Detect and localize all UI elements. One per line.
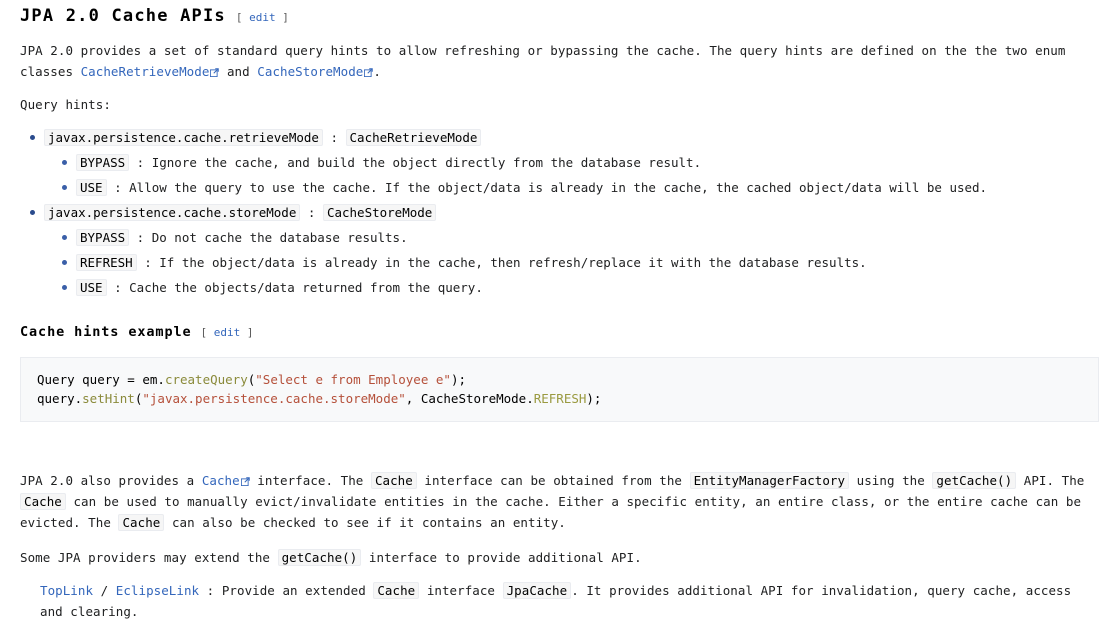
hint-type-retrieve-mode: CacheRetrieveMode bbox=[345, 129, 482, 146]
code-get-cache: getCache() bbox=[277, 549, 362, 566]
edit-section-title: [ edit ] bbox=[236, 11, 289, 24]
enum-value-use: USE bbox=[76, 179, 107, 196]
code-text: query. bbox=[37, 391, 83, 406]
list-item: USE : Allow the query to use the cache. … bbox=[62, 175, 1099, 200]
list-item: javax.persistence.cache.retrieveMode : C… bbox=[30, 125, 1099, 200]
bracket-close: ] bbox=[240, 326, 254, 339]
list-item: javax.persistence.cache.storeMode : Cach… bbox=[30, 200, 1099, 300]
link-cache-store-mode-label: CacheStoreMode bbox=[257, 64, 364, 79]
enum-separator: : bbox=[136, 255, 160, 270]
text: using the bbox=[849, 473, 933, 488]
enum-description: Ignore the cache, and build the object d… bbox=[151, 155, 702, 170]
code-entity-manager-factory: EntityManagerFactory bbox=[689, 472, 850, 489]
enum-value-bypass: BYPASS bbox=[76, 229, 130, 246]
page-title-text: JPA 2.0 Cache APIs bbox=[20, 6, 226, 26]
enum-separator: : bbox=[106, 180, 130, 195]
code-jpa-cache: JpaCache bbox=[502, 582, 572, 599]
bracket-close: ] bbox=[275, 11, 289, 24]
link-cache-store-mode[interactable]: CacheStoreMode bbox=[257, 62, 374, 79]
bracket-open: [ bbox=[235, 11, 250, 24]
edit-link-title[interactable]: edit bbox=[249, 11, 276, 24]
enum-description: Allow the query to use the cache. If the… bbox=[129, 180, 988, 195]
link-cache-retrieve-mode-label: CacheRetrieveMode bbox=[80, 64, 210, 79]
hint-name-retrieve-mode: javax.persistence.cache.retrieveMode bbox=[44, 129, 323, 146]
enum-separator: : bbox=[129, 230, 152, 245]
code-string-hint-name: "javax.persistence.cache.storeMode" bbox=[142, 391, 406, 406]
list-item: BYPASS : Ignore the cache, and build the… bbox=[62, 150, 1099, 175]
code-text: ); bbox=[586, 391, 602, 406]
code-cache: Cache bbox=[118, 514, 165, 531]
text: : Provide an extended bbox=[199, 583, 374, 598]
text: can also be checked to see if it contain… bbox=[164, 515, 566, 530]
link-cache[interactable]: Cache bbox=[202, 473, 250, 488]
bracket-open: [ bbox=[200, 326, 214, 339]
enum-separator: : bbox=[129, 155, 152, 170]
wiki-article: JPA 2.0 Cache APIs [ edit ] JPA 2.0 prov… bbox=[0, 6, 1113, 622]
external-link-icon bbox=[364, 62, 374, 78]
link-eclipselink[interactable]: EclipseLink bbox=[116, 583, 199, 598]
intro-text-3: . bbox=[373, 64, 381, 79]
hint-separator: : bbox=[300, 205, 323, 220]
code-text: ); bbox=[450, 372, 466, 387]
hint-type-store-mode: CacheStoreMode bbox=[322, 204, 437, 221]
hint-name-store-mode: javax.persistence.cache.storeMode bbox=[44, 204, 301, 221]
external-link-icon bbox=[240, 471, 250, 487]
code-block-cache-hints-example: Query query = em.createQuery("Select e f… bbox=[20, 357, 1099, 422]
page-title: JPA 2.0 Cache APIs [ edit ] bbox=[20, 6, 1099, 26]
text: / bbox=[93, 583, 116, 598]
section-heading-text: Cache hints example bbox=[20, 324, 192, 340]
code-text: Query query = em. bbox=[37, 372, 165, 387]
code-cache: Cache bbox=[20, 493, 66, 510]
query-hints-list: javax.persistence.cache.retrieveMode : C… bbox=[20, 125, 1099, 300]
cache-interface-paragraph: JPA 2.0 also provides a Cache interface.… bbox=[20, 470, 1099, 533]
text: Some JPA providers may extend the bbox=[20, 550, 278, 565]
enum-description: Cache the objects/data returned from the… bbox=[129, 280, 483, 295]
code-cache: Cache bbox=[370, 472, 417, 489]
text: interface can be obtained from the bbox=[416, 473, 690, 488]
enum-description: Do not cache the database results. bbox=[151, 230, 408, 245]
enum-value-bypass: BYPASS bbox=[76, 154, 130, 171]
edit-link-example[interactable]: edit bbox=[214, 326, 241, 339]
hint-separator: : bbox=[322, 130, 346, 145]
text: interface. The bbox=[249, 473, 371, 488]
enum-description: If the object/data is already in the cac… bbox=[159, 255, 867, 270]
intro-paragraph: JPA 2.0 provides a set of standard query… bbox=[20, 40, 1099, 82]
code-text: , CacheStoreMode. bbox=[405, 391, 534, 406]
list-item: USE : Cache the objects/data returned fr… bbox=[62, 275, 1099, 300]
code-function-create-query: createQuery bbox=[164, 372, 248, 387]
provider-item-toplink-eclipselink: TopLink / EclipseLink : Provide an exten… bbox=[20, 580, 1099, 622]
retrieve-mode-values: BYPASS : Ignore the cache, and build the… bbox=[44, 150, 1099, 200]
code-function-set-hint: setHint bbox=[82, 391, 135, 406]
enum-value-use: USE bbox=[76, 279, 107, 296]
enum-separator: : bbox=[106, 280, 130, 295]
text: interface to provide additional API. bbox=[361, 550, 642, 565]
providers-paragraph: Some JPA providers may extend the getCac… bbox=[20, 547, 1099, 568]
code-string-jpql: "Select e from Employee e" bbox=[255, 372, 451, 387]
code-cache: Cache bbox=[373, 582, 420, 599]
link-cache-retrieve-mode[interactable]: CacheRetrieveMode bbox=[81, 64, 220, 79]
code-get-cache: getCache() bbox=[932, 472, 1017, 489]
intro-text-2: and bbox=[219, 64, 258, 79]
text: interface bbox=[419, 583, 503, 598]
store-mode-values: BYPASS : Do not cache the database resul… bbox=[44, 225, 1099, 300]
list-item: BYPASS : Do not cache the database resul… bbox=[62, 225, 1099, 250]
link-toplink[interactable]: TopLink bbox=[40, 583, 93, 598]
list-item: REFRESH : If the object/data is already … bbox=[62, 250, 1099, 275]
query-hints-label: Query hints: bbox=[20, 97, 111, 112]
enum-value-refresh: REFRESH bbox=[76, 254, 137, 271]
text: JPA 2.0 also provides a bbox=[20, 473, 202, 488]
external-link-icon bbox=[210, 62, 220, 78]
link-cache-label: Cache bbox=[201, 473, 240, 488]
code-constant-refresh: REFRESH bbox=[533, 391, 587, 406]
text: API. The bbox=[1016, 473, 1085, 488]
section-heading-cache-hints-example: Cache hints example [ edit ] bbox=[20, 324, 1099, 340]
edit-section-example: [ edit ] bbox=[201, 326, 254, 339]
